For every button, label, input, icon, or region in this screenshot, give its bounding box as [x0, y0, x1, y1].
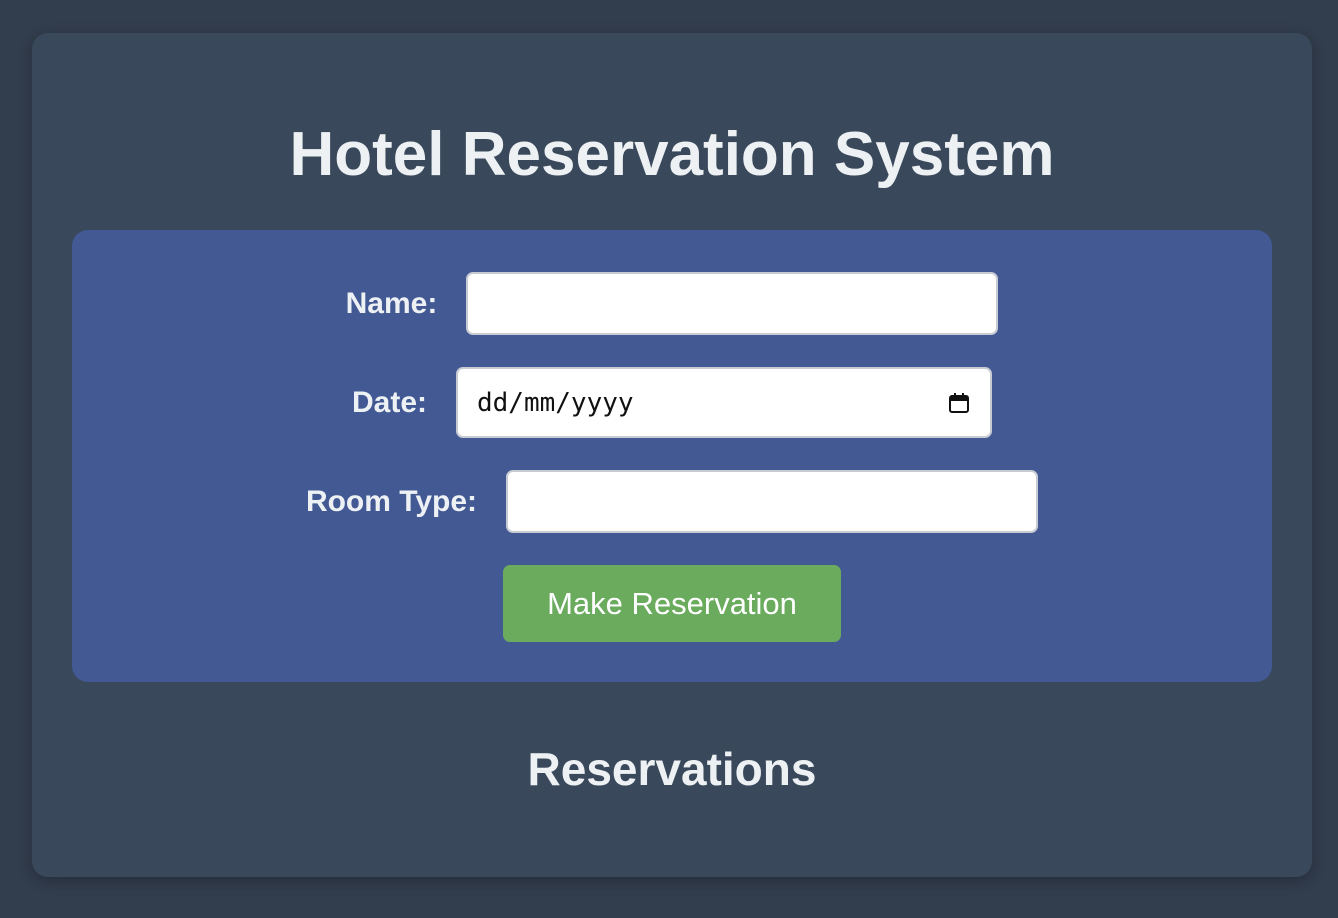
name-row: Name:	[72, 270, 1272, 337]
room-type-label: Room Type:	[305, 484, 478, 518]
name-input[interactable]	[466, 272, 999, 335]
date-input[interactable]: dd/mm/yyyy	[456, 367, 992, 438]
room-type-input[interactable]	[506, 470, 1039, 533]
page-title: Hotel Reservation System	[289, 120, 1055, 189]
main-container: Hotel Reservation System Name: Date: dd/…	[32, 33, 1312, 877]
make-reservation-button[interactable]: Make Reservation	[503, 565, 841, 642]
submit-row: Make Reservation	[72, 565, 1272, 642]
date-label: Date:	[351, 385, 427, 419]
room-type-row: Room Type:	[72, 468, 1272, 535]
date-placeholder: dd/mm/yyyy	[477, 387, 634, 418]
reservations-heading: Reservations	[527, 743, 817, 795]
reservation-form: Name: Date: dd/mm/yyyy Room Type: Make R…	[72, 230, 1272, 682]
name-label: Name:	[345, 286, 438, 320]
calendar-icon[interactable]	[948, 392, 970, 414]
date-row: Date: dd/mm/yyyy	[72, 367, 1272, 438]
